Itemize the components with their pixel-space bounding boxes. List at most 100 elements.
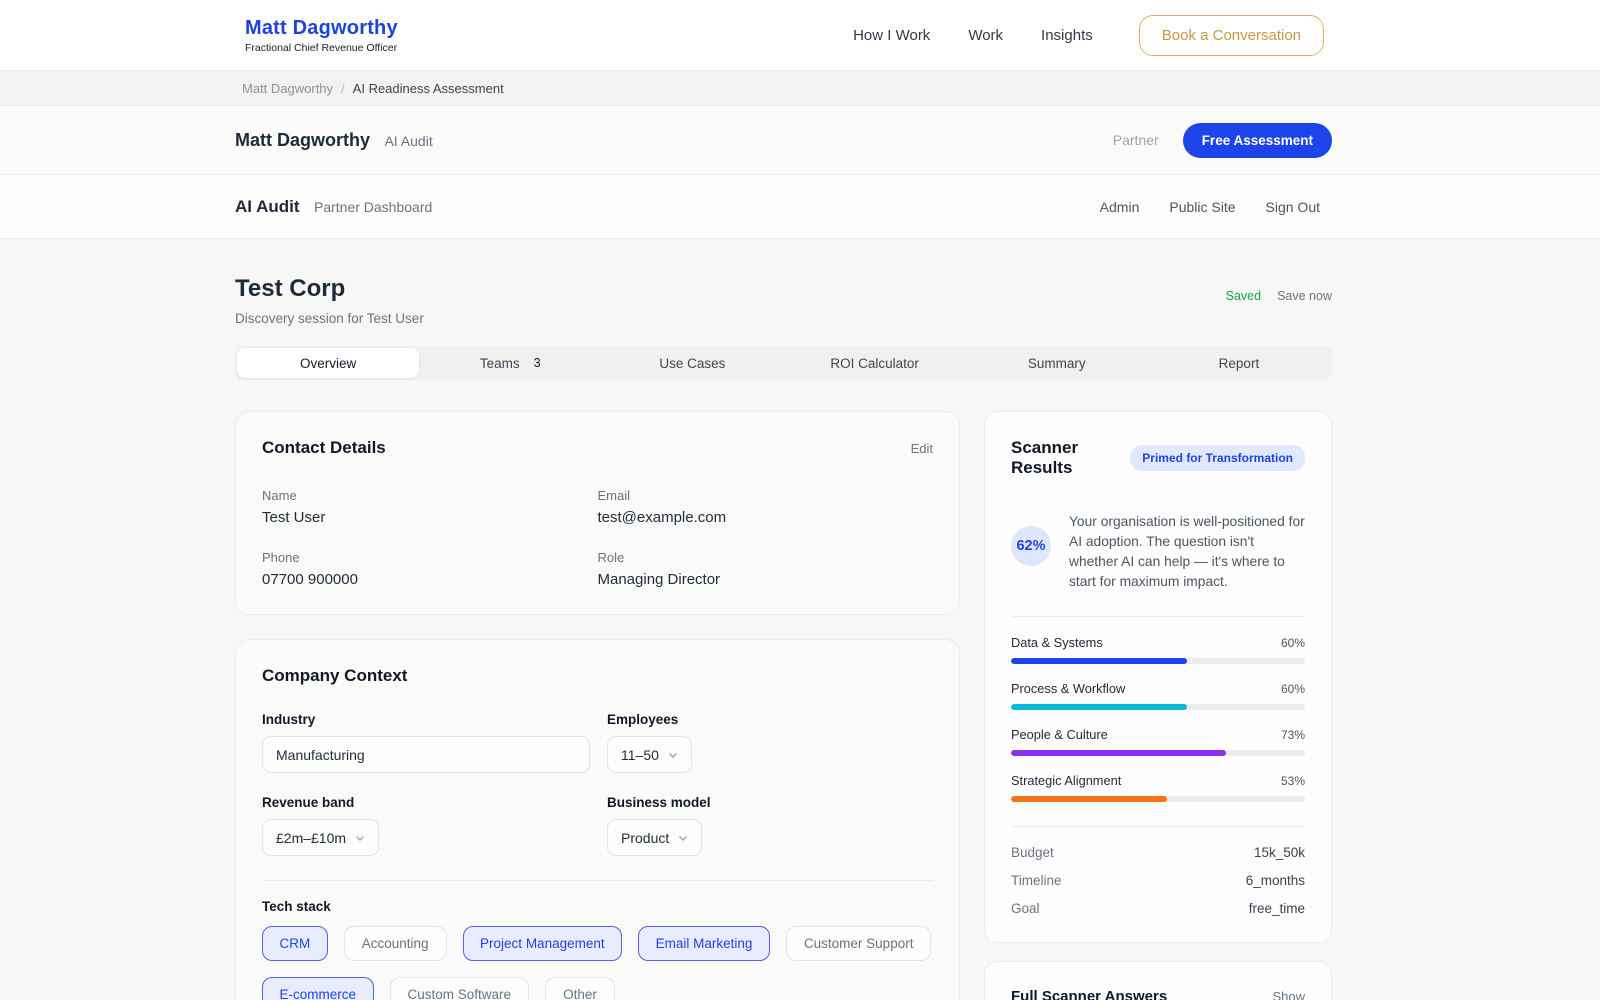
- breadcrumb: Matt Dagworthy / AI Readiness Assessment: [0, 70, 1600, 106]
- audit-header-bar: Matt Dagworthy AI Audit Partner Free Ass…: [0, 106, 1600, 175]
- tech-stack-chips: CRM Accounting Project Management Email …: [262, 926, 933, 1000]
- dashboard-title: AI Audit: [235, 197, 300, 216]
- tab-summary-label: Summary: [1028, 356, 1086, 371]
- score-circle: 62%: [1011, 526, 1051, 566]
- industry-input[interactable]: [262, 736, 590, 773]
- business-model-field-group: Business model Product: [607, 795, 933, 856]
- chip-email-marketing[interactable]: Email Marketing: [638, 926, 770, 961]
- goal-value: free_time: [1249, 901, 1305, 916]
- show-answers-button[interactable]: Show: [1272, 989, 1305, 1000]
- tab-roi-calculator[interactable]: ROI Calculator: [784, 348, 966, 378]
- link-admin[interactable]: Admin: [1100, 199, 1140, 215]
- phone-label: Phone: [262, 550, 598, 565]
- dimension-label: People & Culture: [1011, 727, 1108, 742]
- partner-label: Partner: [1113, 132, 1159, 148]
- status-badge: Primed for Transformation: [1130, 445, 1305, 471]
- tab-use-cases[interactable]: Use Cases: [601, 348, 783, 378]
- tab-teams-label: Teams: [480, 356, 520, 371]
- divider: [1011, 826, 1305, 827]
- main-content: Test Corp Discovery session for Test Use…: [0, 239, 1600, 1000]
- score-summary: 62% Your organisation is well-positioned…: [1011, 512, 1305, 592]
- dimension-label: Strategic Alignment: [1011, 773, 1121, 788]
- chip-ecommerce[interactable]: E-commerce: [262, 977, 374, 1000]
- goal-label: Goal: [1011, 901, 1040, 916]
- company-context-card: Company Context Industry Employees 11–50: [235, 639, 960, 1000]
- business-model-select[interactable]: Product: [607, 819, 702, 856]
- progress-track: [1011, 704, 1305, 710]
- phone-value: 07700 900000: [262, 571, 598, 588]
- dimension-data-systems: Data & Systems 60%: [1011, 635, 1305, 664]
- dimension-bars: Data & Systems 60% Process & Workflow 60…: [1011, 635, 1305, 802]
- progress-track: [1011, 796, 1305, 802]
- score-summary-text: Your organisation is well-positioned for…: [1069, 512, 1305, 592]
- email-label: Email: [598, 488, 934, 503]
- chip-accounting[interactable]: Accounting: [344, 926, 447, 961]
- budget-value: 15k_50k: [1254, 845, 1305, 860]
- divider: [1011, 616, 1305, 617]
- business-model-value: Product: [621, 830, 669, 846]
- logo-subtitle: Fractional Chief Revenue Officer: [245, 42, 398, 54]
- full-scanner-answers-title: Full Scanner Answers: [1011, 988, 1167, 1000]
- chevron-down-icon: [668, 750, 678, 760]
- role-value: Managing Director: [598, 571, 934, 588]
- progress-fill: [1011, 704, 1187, 710]
- industry-field-group: Industry: [262, 712, 607, 773]
- budget-label: Budget: [1011, 845, 1054, 860]
- tab-summary[interactable]: Summary: [966, 348, 1148, 378]
- scanner-results-title: Scanner Results: [1011, 438, 1130, 478]
- employees-label: Employees: [607, 712, 933, 727]
- free-assessment-button[interactable]: Free Assessment: [1183, 123, 1332, 158]
- page-subtitle: Discovery session for Test User: [235, 311, 424, 326]
- chip-project-management[interactable]: Project Management: [463, 926, 623, 961]
- audit-header-title: Matt Dagworthy: [235, 130, 370, 150]
- link-public-site[interactable]: Public Site: [1169, 199, 1235, 215]
- edit-contact-button[interactable]: Edit: [911, 441, 933, 456]
- contact-field-name: Name Test User: [262, 488, 598, 526]
- business-model-label: Business model: [607, 795, 933, 810]
- page-title: Test Corp: [235, 275, 424, 303]
- tab-report[interactable]: Report: [1148, 348, 1330, 378]
- tech-stack-label: Tech stack: [262, 899, 933, 914]
- tab-teams[interactable]: Teams 3: [419, 348, 601, 378]
- book-conversation-button[interactable]: Book a Conversation: [1139, 15, 1324, 56]
- chip-customer-support[interactable]: Customer Support: [786, 926, 932, 961]
- dimension-percent: 60%: [1281, 682, 1305, 696]
- nav-work[interactable]: Work: [968, 27, 1003, 44]
- revenue-field-group: Revenue band £2m–£10m: [262, 795, 607, 856]
- session-header-left: Test Corp Discovery session for Test Use…: [235, 275, 424, 326]
- audit-header-left: Matt Dagworthy AI Audit: [235, 130, 433, 151]
- nav-how-i-work[interactable]: How I Work: [853, 27, 930, 44]
- audit-header-right: Partner Free Assessment: [1113, 123, 1332, 158]
- name-value: Test User: [262, 509, 598, 526]
- breadcrumb-parent[interactable]: Matt Dagworthy: [242, 81, 333, 96]
- tab-report-label: Report: [1219, 356, 1260, 371]
- save-area: Saved Save now: [1226, 289, 1332, 303]
- site-nav: How I Work Work Insights Book a Conversa…: [853, 15, 1324, 56]
- revenue-band-value: £2m–£10m: [276, 830, 346, 846]
- contact-details-card: Contact Details Edit Name Test User Emai…: [235, 411, 960, 615]
- site-logo[interactable]: Matt Dagworthy Fractional Chief Revenue …: [245, 17, 398, 54]
- revenue-band-select[interactable]: £2m–£10m: [262, 819, 379, 856]
- dimension-label: Data & Systems: [1011, 635, 1103, 650]
- chip-crm[interactable]: CRM: [262, 926, 328, 961]
- company-context-title: Company Context: [262, 666, 933, 686]
- chevron-down-icon: [678, 833, 688, 843]
- link-sign-out[interactable]: Sign Out: [1266, 199, 1320, 215]
- full-scanner-answers-card: Full Scanner Answers Show: [984, 961, 1332, 1000]
- nav-insights[interactable]: Insights: [1041, 27, 1093, 44]
- scanner-results-card: Scanner Results Primed for Transformatio…: [984, 411, 1332, 943]
- save-now-button[interactable]: Save now: [1277, 289, 1332, 303]
- teams-count-badge: 3: [534, 356, 541, 370]
- chip-custom-software[interactable]: Custom Software: [390, 977, 530, 1000]
- tab-roi-calculator-label: ROI Calculator: [830, 356, 919, 371]
- employees-select[interactable]: 11–50: [607, 736, 692, 773]
- chip-other[interactable]: Other: [545, 977, 615, 1000]
- dimension-process-workflow: Process & Workflow 60%: [1011, 681, 1305, 710]
- contact-field-phone: Phone 07700 900000: [262, 550, 598, 588]
- name-label: Name: [262, 488, 598, 503]
- contact-field-role: Role Managing Director: [598, 550, 934, 588]
- site-header: Matt Dagworthy Fractional Chief Revenue …: [0, 0, 1600, 70]
- dimension-percent: 73%: [1281, 728, 1305, 742]
- tab-overview[interactable]: Overview: [237, 348, 419, 378]
- industry-label: Industry: [262, 712, 607, 727]
